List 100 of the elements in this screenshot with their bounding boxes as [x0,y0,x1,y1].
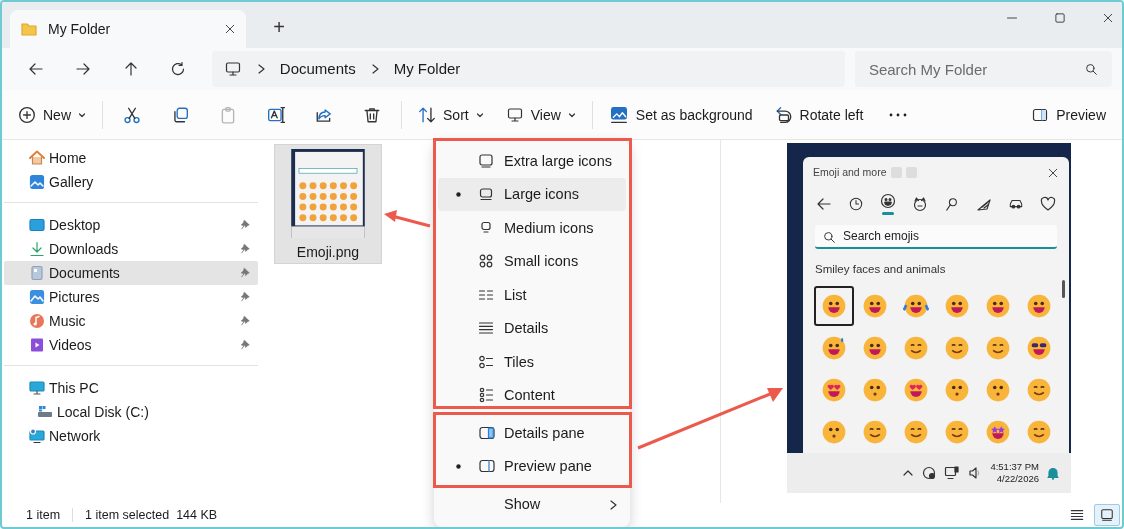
emoji-icon [903,335,929,361]
menu-item[interactable]: Large icons [438,177,626,211]
new-button[interactable]: New [10,97,94,132]
menu-item[interactable]: Show [438,487,626,521]
sidebar-item[interactable]: Network [4,424,258,448]
network-icon [28,428,46,444]
clock-date: 4/22/2026 [996,473,1039,486]
emoji-icon [944,335,970,361]
emoji-icon [821,377,847,403]
new-icon [18,105,36,124]
sidebar-item[interactable]: Documents [4,261,258,285]
preview-pane-icon [1031,106,1050,123]
download-icon [28,241,46,257]
pin-icon [240,291,252,303]
more-icon [889,111,908,118]
file-name: Emoji.png [296,243,360,262]
emoji-icon [1026,377,1052,403]
sidebar-item[interactable]: Downloads [4,237,258,261]
file-tile[interactable]: Emoji.png [274,144,382,264]
heart-icon [1040,195,1056,212]
chevron-up-icon [902,468,915,478]
breadcrumb-item[interactable]: My Folder [393,57,461,81]
home-icon [28,150,46,166]
view-icon [505,106,524,123]
back-arrow-icon [27,61,44,77]
pin-icon [240,243,252,255]
details-icon [1070,508,1084,522]
gallery-icon [28,174,46,190]
emoji-icon [821,419,847,445]
bell-icon [1047,466,1059,480]
sort-button[interactable]: Sort [410,97,492,132]
close-icon [224,23,236,35]
view-button[interactable]: View [497,97,584,132]
sidebar-item[interactable]: Pictures [4,285,258,309]
sidebar-item[interactable]: Local Disk (C:) [4,400,258,424]
rename-icon [267,105,285,124]
maximize-button[interactable] [1054,10,1066,26]
emoji-icon [862,377,888,403]
rotate-left-icon [774,105,793,124]
sidebar-item[interactable]: Gallery [4,170,258,194]
emoji-icon [1026,419,1052,445]
caret-icon [567,110,576,119]
menu-item[interactable]: List [438,278,626,312]
section-heading: Smiley faces and animals [814,261,947,277]
menu-item[interactable]: Extra large icons [438,144,626,178]
large-icons-view-button[interactable] [1094,504,1120,526]
grid-icon [478,253,494,270]
background-button[interactable]: Set as background [600,97,761,132]
copy-icon [171,105,189,124]
paste-icon [219,105,237,124]
preview-button[interactable]: Preview [1023,97,1114,132]
menu-item[interactable]: Details [438,311,626,345]
emoji-icon [985,293,1011,319]
breadcrumb-item[interactable]: Documents [279,57,356,81]
close-icon [1047,166,1059,179]
address-bar[interactable]: Documents My Folder [211,51,845,87]
close-tab-button[interactable] [224,23,236,35]
pane-icon [478,458,496,475]
emoji-search-field[interactable]: Search emojis [815,224,1057,249]
sidebar-item[interactable]: Desktop [4,213,258,237]
menu-item[interactable]: Content [438,378,626,412]
refresh-icon [170,61,187,77]
emoji-icon [944,377,970,403]
search-field[interactable]: Search My Folder [854,51,1112,87]
rotate-button[interactable]: Rotate left [766,97,872,132]
emoji-icon [985,377,1011,403]
menu-item[interactable]: Medium icons [438,211,626,245]
search-icon [823,230,836,244]
emoji-icon [862,335,888,361]
menu-item[interactable]: Preview pane [438,449,626,483]
delete-icon [363,105,381,124]
selection-info: 1 item selected [85,506,170,524]
picture-icon [608,105,629,124]
menu-item[interactable]: Small icons [438,244,626,278]
sidebar-item[interactable]: Videos [4,333,258,357]
pane-icon [478,424,496,441]
emoji-button[interactable] [814,286,854,326]
emoji-icon [1026,335,1052,361]
close-button[interactable] [1047,166,1059,179]
sidebar-item[interactable]: Music [4,309,258,333]
computer-icon [28,380,46,396]
folder-icon [20,21,38,37]
window-tab[interactable]: My Folder [10,10,246,48]
menu-item[interactable]: Tiles [438,345,626,379]
emoji-icon [862,293,888,319]
maximize-icon [1054,12,1066,24]
pin-icon [240,267,252,279]
monitor-icon [478,152,494,169]
sidebar-item[interactable]: This PC [4,376,258,400]
details-icon [478,320,494,337]
emoji-icon [903,293,929,319]
smiley-icon [880,192,896,209]
menu-item[interactable]: Details pane [438,416,626,450]
pin-icon [240,339,252,351]
sidebar-item[interactable]: Home [4,146,258,170]
new-tab-button[interactable]: + [264,12,294,42]
document-icon [28,265,46,281]
pin-icon [240,219,252,231]
monitor-icon [478,186,494,203]
emoji-icon [985,335,1011,361]
